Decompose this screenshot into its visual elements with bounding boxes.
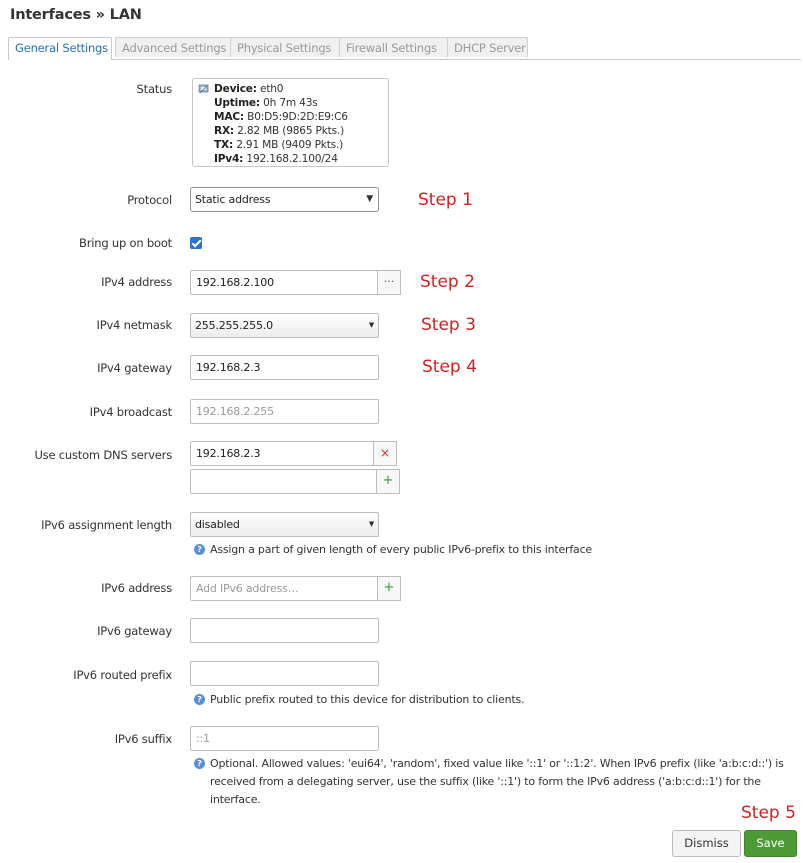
dismiss-button[interactable]: Dismiss xyxy=(672,830,741,857)
tab-firewall-settings[interactable]: Firewall Settings xyxy=(339,37,451,57)
ipv6-assignment-value: disabled xyxy=(195,518,240,531)
help-icon: ? xyxy=(194,694,205,705)
step-4-annotation: Step 4 xyxy=(422,357,477,377)
ipv4-address-more-button[interactable]: ··· xyxy=(377,270,401,295)
status-line-device: Device: eth0 xyxy=(214,83,284,95)
status-line-ipv4: IPv4: 192.168.2.100/24 xyxy=(214,153,338,165)
status-line-rx: RX: 2.82 MB (9865 Pkts.) xyxy=(214,125,345,137)
ipv6-address-add-button[interactable]: + xyxy=(377,576,401,601)
ipv6-address-label: IPv6 address xyxy=(101,581,172,595)
ipv6-assignment-select[interactable]: disabled ▼ xyxy=(190,512,379,537)
ipv6-address-input[interactable]: Add IPv6 address… xyxy=(190,576,378,601)
ipv4-broadcast-label: IPv4 broadcast xyxy=(89,405,173,419)
ipv4-netmask-label: IPv4 netmask xyxy=(96,318,173,332)
status-label: Status xyxy=(136,82,173,96)
dns-remove-button[interactable]: × xyxy=(373,441,397,466)
ipv4-address-label: IPv4 address xyxy=(101,275,172,289)
ipv6-prefix-input[interactable] xyxy=(190,661,379,686)
ipv6-suffix-label: IPv6 suffix xyxy=(114,732,172,746)
tab-dhcp-server[interactable]: DHCP Server xyxy=(447,37,528,57)
protocol-label: Protocol xyxy=(127,193,172,207)
boot-checkbox[interactable] xyxy=(190,237,202,249)
tab-general-settings[interactable]: General Settings xyxy=(8,37,112,60)
tab-bar: General Settings Advanced Settings Physi… xyxy=(8,37,801,60)
status-details: Device: eth0 Uptime: 0h 7m 43s MAC: B0:D… xyxy=(214,82,348,166)
status-line-uptime: Uptime: 0h 7m 43s xyxy=(214,97,318,109)
step-1-annotation: Step 1 xyxy=(418,190,473,210)
help-icon: ? xyxy=(194,544,205,555)
ipv4-broadcast-input[interactable]: 192.168.2.255 xyxy=(190,399,379,424)
status-line-mac: MAC: B0:D5:9D:2D:E9:C6 xyxy=(214,111,348,123)
ipv4-gateway-label: IPv4 gateway xyxy=(97,361,172,375)
step-5-annotation: Step 5 xyxy=(741,803,796,823)
ipv4-gateway-input[interactable]: 192.168.2.3 xyxy=(190,355,379,380)
protocol-select[interactable]: Static address ▼ xyxy=(190,187,379,212)
dns-server-new-input[interactable] xyxy=(190,469,377,494)
protocol-value: Static address xyxy=(195,193,271,206)
ipv4-address-input[interactable]: 192.168.2.100 xyxy=(190,270,378,295)
status-line-tx: TX: 2.91 MB (9409 Pkts.) xyxy=(214,139,344,151)
dns-add-button[interactable]: + xyxy=(376,469,400,494)
ipv6-assignment-label: IPv6 assignment length xyxy=(41,518,172,532)
chevron-down-icon: ▼ xyxy=(368,520,374,528)
chevron-down-icon: ▼ xyxy=(366,194,373,204)
ipv6-gateway-input[interactable] xyxy=(190,618,379,643)
ipv4-netmask-value: 255.255.255.0 xyxy=(195,319,273,332)
status-box: Device: eth0 Uptime: 0h 7m 43s MAC: B0:D… xyxy=(192,78,389,167)
tab-advanced-settings[interactable]: Advanced Settings xyxy=(115,37,234,57)
dns-server-input[interactable]: 192.168.2.3 xyxy=(190,441,374,466)
ipv6-suffix-input[interactable]: ::1 xyxy=(190,726,379,751)
chevron-down-icon: ▼ xyxy=(368,321,374,329)
ipv6-gateway-label: IPv6 gateway xyxy=(97,624,172,638)
ethernet-port-icon xyxy=(198,84,209,94)
ipv6-prefix-label: IPv6 routed prefix xyxy=(73,668,172,682)
tab-physical-settings[interactable]: Physical Settings xyxy=(230,37,343,57)
help-icon: ? xyxy=(194,758,205,769)
page-title: Interfaces » LAN xyxy=(10,7,142,23)
ipv4-netmask-select[interactable]: 255.255.255.0 ▼ xyxy=(190,313,379,338)
boot-label: Bring up on boot xyxy=(79,236,172,250)
dns-label: Use custom DNS servers xyxy=(34,448,172,462)
step-2-annotation: Step 2 xyxy=(420,272,475,292)
save-button[interactable]: Save xyxy=(744,830,797,857)
step-3-annotation: Step 3 xyxy=(421,315,476,335)
